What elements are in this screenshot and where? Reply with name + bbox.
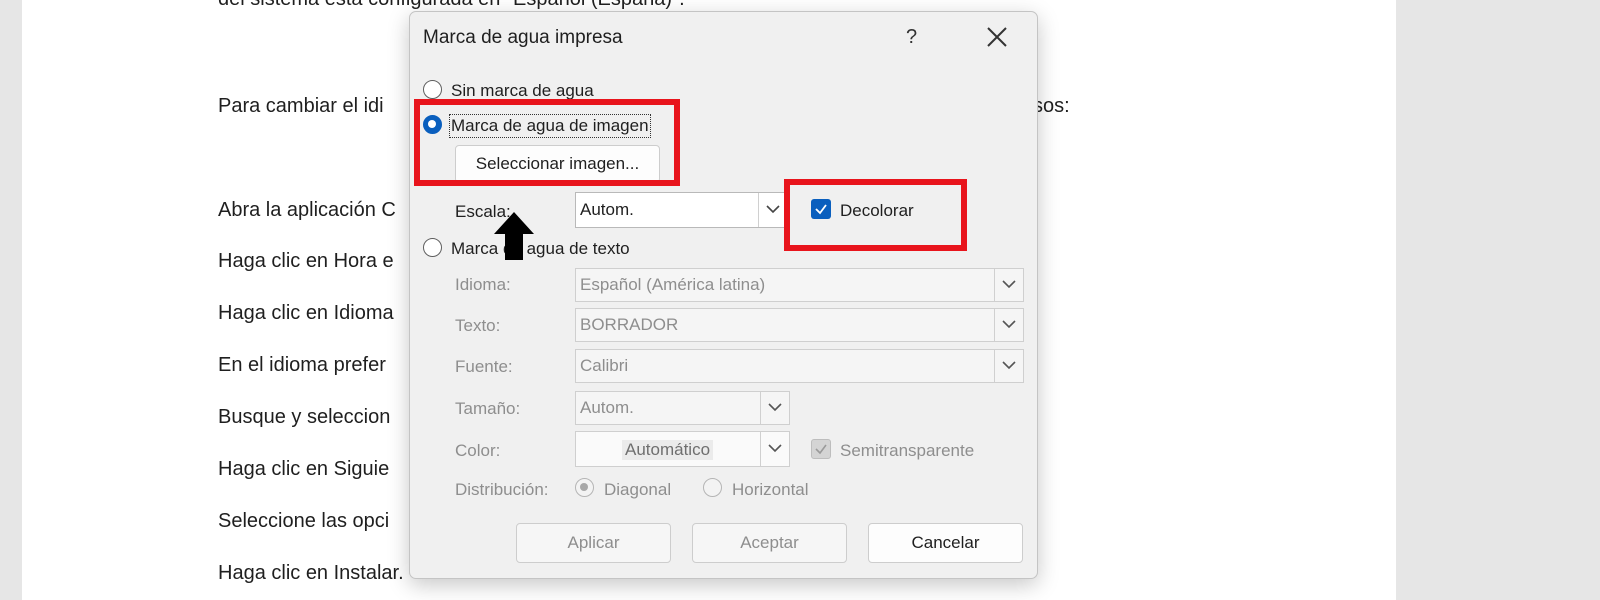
doc-line-1: Para cambiar el idi (218, 95, 384, 117)
language-label: Idioma: (455, 275, 511, 294)
doc-line-7: Haga clic en Siguie (218, 458, 390, 480)
doc-line-3: Haga clic en Hora e (218, 250, 394, 272)
close-icon (987, 27, 1007, 47)
chevron-down-icon (760, 392, 789, 424)
no-watermark-radio[interactable] (423, 80, 442, 99)
text-value: BORRADOR (580, 315, 679, 334)
chevron-down-icon (994, 269, 1023, 301)
checkmark-icon (815, 444, 827, 455)
doc-line-right-fragment: sos: (1033, 95, 1070, 117)
horizontal-radio[interactable] (703, 478, 722, 497)
font-dropdown[interactable]: Calibri (575, 349, 1024, 383)
highlight-box-washout (784, 179, 967, 251)
semitransparent-label: Semitransparente (840, 441, 975, 460)
size-dropdown[interactable]: Autom. (575, 391, 790, 425)
semitransparent-checkbox[interactable] (811, 439, 831, 459)
layout-label: Distribución: (455, 480, 549, 499)
language-dropdown[interactable]: Español (América latina) (575, 268, 1024, 302)
horizontal-label: Horizontal (732, 480, 809, 499)
watermark-dialog: Marca de agua impresa ? Sin marca de agu… (409, 11, 1038, 579)
doc-line-2: Abra la aplicación C (218, 199, 396, 221)
close-button[interactable] (985, 25, 1009, 49)
no-watermark-label: Sin marca de agua (451, 81, 594, 100)
color-label: Color: (455, 441, 501, 460)
font-value: Calibri (580, 356, 629, 375)
doc-line-9: Haga clic en Instalar. (218, 562, 404, 584)
doc-line-0: del sistema está configurada en "Español… (218, 0, 685, 11)
chevron-down-icon (760, 432, 789, 466)
size-label: Tamaño: (455, 399, 521, 418)
apply-button[interactable]: Aplicar (516, 523, 671, 563)
doc-line-4: Haga clic en Idioma (218, 302, 394, 324)
scale-dropdown[interactable]: Autom. (575, 192, 788, 228)
text-label: Texto: (455, 316, 501, 335)
doc-line-5: En el idioma prefer (218, 354, 386, 376)
language-value: Español (América latina) (580, 275, 766, 294)
font-label: Fuente: (455, 357, 513, 376)
dialog-title: Marca de agua impresa (423, 27, 623, 48)
color-value: Automático (622, 440, 714, 460)
diagonal-radio[interactable] (575, 478, 594, 497)
up-arrow-icon (494, 212, 534, 260)
chevron-down-icon (994, 350, 1023, 382)
chevron-down-icon (758, 193, 787, 227)
color-dropdown[interactable]: Automático (575, 431, 790, 467)
diagonal-label: Diagonal (604, 480, 672, 499)
help-button[interactable]: ? (906, 26, 917, 49)
ok-button[interactable]: Aceptar (692, 523, 847, 563)
text-dropdown[interactable]: BORRADOR (575, 308, 1024, 342)
chevron-down-icon (994, 309, 1023, 341)
scale-value: Autom. (580, 200, 634, 219)
highlight-box-picture-watermark (414, 99, 680, 186)
cancel-button[interactable]: Cancelar (868, 523, 1023, 563)
text-watermark-label: Marca de agua de texto (451, 239, 630, 258)
size-value: Autom. (580, 398, 634, 417)
doc-line-6: Busque y seleccion (218, 406, 391, 428)
doc-line-8: Seleccione las opci (218, 510, 390, 532)
text-watermark-radio[interactable] (423, 238, 442, 257)
